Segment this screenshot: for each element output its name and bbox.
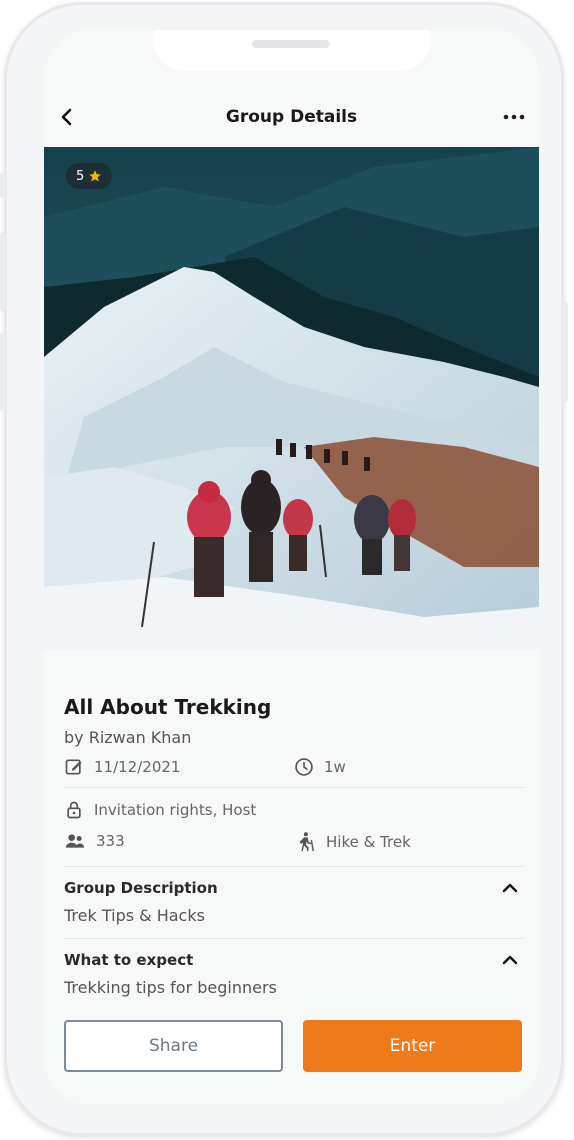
- section-body-what-to-expect: Trekking tips for beginners: [64, 978, 277, 997]
- divider: [64, 938, 524, 939]
- rating-badge: 5: [66, 163, 113, 189]
- created-date-value: 11/12/2021: [94, 758, 181, 776]
- chevron-left-icon: [61, 108, 72, 126]
- top-bar: Group Details: [44, 94, 539, 140]
- enter-button[interactable]: Enter: [303, 1020, 522, 1072]
- side-button-power: [562, 302, 568, 402]
- star-icon: [89, 170, 102, 182]
- side-button-volume-down: [0, 332, 6, 412]
- chevron-up-icon[interactable]: [501, 951, 519, 969]
- phone-frame: Group Details 5 All About Trekking by Ri…: [0, 2, 568, 1136]
- created-date: 11/12/2021: [64, 757, 180, 777]
- divider: [64, 787, 524, 788]
- speaker: [252, 40, 330, 48]
- notch: [154, 30, 430, 70]
- duration: 1w: [294, 757, 346, 777]
- more-horizontal-icon: [503, 114, 525, 120]
- side-button-mute: [0, 172, 6, 198]
- group-author: by Rizwan Khan: [64, 728, 192, 747]
- invitation-rights-value: Invitation rights, Host: [94, 801, 257, 819]
- more-options-button[interactable]: [499, 104, 529, 130]
- back-button[interactable]: [54, 104, 80, 130]
- rating-value: 5: [76, 168, 85, 184]
- duration-value: 1w: [324, 758, 346, 776]
- section-title-what-to-expect: What to expect: [64, 951, 194, 969]
- chevron-up-icon[interactable]: [501, 879, 519, 897]
- members-count-value: 333: [96, 832, 125, 850]
- hiking-icon: [299, 832, 314, 852]
- clock-icon: [295, 758, 313, 776]
- group-icon: [65, 834, 85, 848]
- category-value: Hike & Trek: [326, 833, 411, 851]
- section-body-group-description: Trek Tips & Hacks: [64, 906, 205, 925]
- lock-icon: [67, 801, 81, 819]
- group-name: All About Trekking: [64, 695, 272, 719]
- mountain-trekking-photo: [44, 147, 539, 650]
- section-title-group-description: Group Description: [64, 879, 218, 897]
- edit-icon: [65, 759, 82, 775]
- category: Hike & Trek: [294, 831, 411, 853]
- side-button-volume-up: [0, 232, 6, 312]
- invitation-rights: Invitation rights, Host: [64, 800, 256, 820]
- members-count: 333: [64, 831, 125, 851]
- group-cover-image: 5: [44, 147, 539, 650]
- page-title: Group Details: [225, 107, 358, 127]
- share-button[interactable]: Share: [64, 1020, 283, 1072]
- screen: Group Details 5 All About Trekking by Ri…: [44, 30, 539, 1105]
- divider: [64, 866, 524, 867]
